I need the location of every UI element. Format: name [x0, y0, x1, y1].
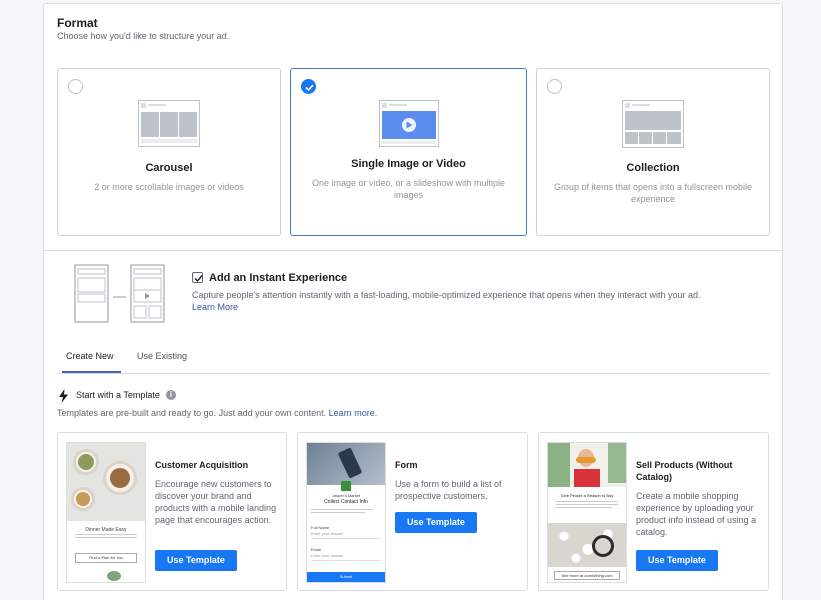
checkbox-check-icon [194, 275, 203, 283]
woman-photo [548, 443, 626, 487]
check-icon [305, 84, 314, 92]
format-option-carousel[interactable]: Carousel 2 or more scrollable images or … [57, 68, 281, 236]
hand-phone-photo [307, 443, 385, 485]
single-image-radio[interactable] [301, 79, 316, 94]
form-preview: Jasper's Market Collect Contact Info Ful… [306, 442, 386, 583]
form-title: Form [395, 460, 418, 470]
format-subtitle: Choose how you'd like to structure your … [57, 31, 230, 41]
single-video-illustration-icon [378, 100, 439, 147]
single-image-title: Single Image or Video [351, 158, 466, 170]
lightning-bolt-icon [59, 389, 68, 403]
template-card-customer-acquisition: Dinner Made Easy Find a Plan for You Cus… [57, 432, 287, 591]
thumb-heading: Dinner Made Easy [85, 527, 127, 533]
thumb-field-label: Full Name [311, 525, 330, 530]
carousel-illustration-icon [138, 100, 200, 147]
food-photo [67, 443, 145, 521]
instant-experience-illustration-icon [74, 264, 165, 323]
product-photo [548, 523, 626, 567]
info-icon[interactable]: i [166, 390, 176, 400]
thumb-brand: Jasper's Market [331, 493, 361, 498]
instant-experience-description: Capture people's attention instantly wit… [192, 290, 701, 300]
format-option-single-image-or-video[interactable]: Single Image or Video One image or video… [290, 68, 527, 236]
collection-illustration-icon [622, 100, 684, 148]
template-card-sell-products: Give People a Reason to Buy See more at … [538, 432, 769, 591]
templates-description: Templates are pre-built and ready to go.… [57, 408, 377, 418]
form-use-template-button[interactable]: Use Template [395, 512, 477, 533]
templates-heading: Start with a Template [76, 390, 160, 400]
thumb-submit: Submit [307, 572, 385, 582]
collection-title: Collection [626, 162, 680, 174]
instant-experience-learn-more-link[interactable]: Learn More [192, 302, 238, 312]
thumb-field-label: Email [311, 547, 322, 552]
sell-products-preview: Give People a Reason to Buy See more at … [547, 442, 627, 583]
form-description: Use a form to build a list of prospectiv… [395, 479, 502, 501]
single-image-description: One image or video, or a slideshow with … [311, 178, 506, 200]
section-divider [44, 250, 782, 251]
carousel-description: 2 or more scrollable images or videos [94, 182, 244, 192]
sell-products-title: Sell Products (Without Catalog) [636, 460, 733, 482]
customer-acquisition-use-template-button[interactable]: Use Template [155, 550, 237, 571]
carousel-title: Carousel [145, 162, 193, 174]
format-title: Format [57, 16, 98, 30]
thumb-button: Find a Plan for You [75, 553, 137, 563]
instant-experience-checkbox[interactable] [192, 272, 203, 283]
customer-acquisition-preview: Dinner Made Easy Find a Plan for You [66, 442, 146, 583]
thumb-heading: Give People a Reason to Buy [560, 493, 614, 498]
templates-learn-more-link[interactable]: Learn more. [329, 408, 378, 418]
instant-experience-title: Add an Instant Experience [209, 272, 348, 284]
template-card-form: Jasper's Market Collect Contact Info Ful… [297, 432, 528, 591]
carousel-radio[interactable] [68, 79, 83, 94]
tab-create-new[interactable]: Create New [66, 351, 114, 361]
customer-acquisition-title: Customer Acquisition [155, 460, 249, 470]
tab-use-existing[interactable]: Use Existing [137, 351, 187, 361]
templates-description-text: Templates are pre-built and ready to go.… [57, 408, 327, 418]
tabs-divider [57, 373, 770, 374]
format-option-collection[interactable]: Collection Group of items that opens int… [536, 68, 770, 236]
customer-acquisition-description: Encourage new customers to discover your… [155, 479, 277, 525]
thumb-field-input: Enter your answer [311, 553, 344, 558]
collection-radio[interactable] [547, 79, 562, 94]
thumb-field-input: Enter your answer [311, 531, 344, 536]
sell-products-use-template-button[interactable]: Use Template [636, 550, 718, 571]
thumb-heading: Collect Contact Info [324, 499, 368, 505]
thumb-button: See more at ourclothing.com [554, 571, 620, 580]
sell-products-description: Create a mobile shopping experience by u… [636, 491, 757, 537]
collection-description: Group of items that opens into a fullscr… [553, 182, 753, 204]
